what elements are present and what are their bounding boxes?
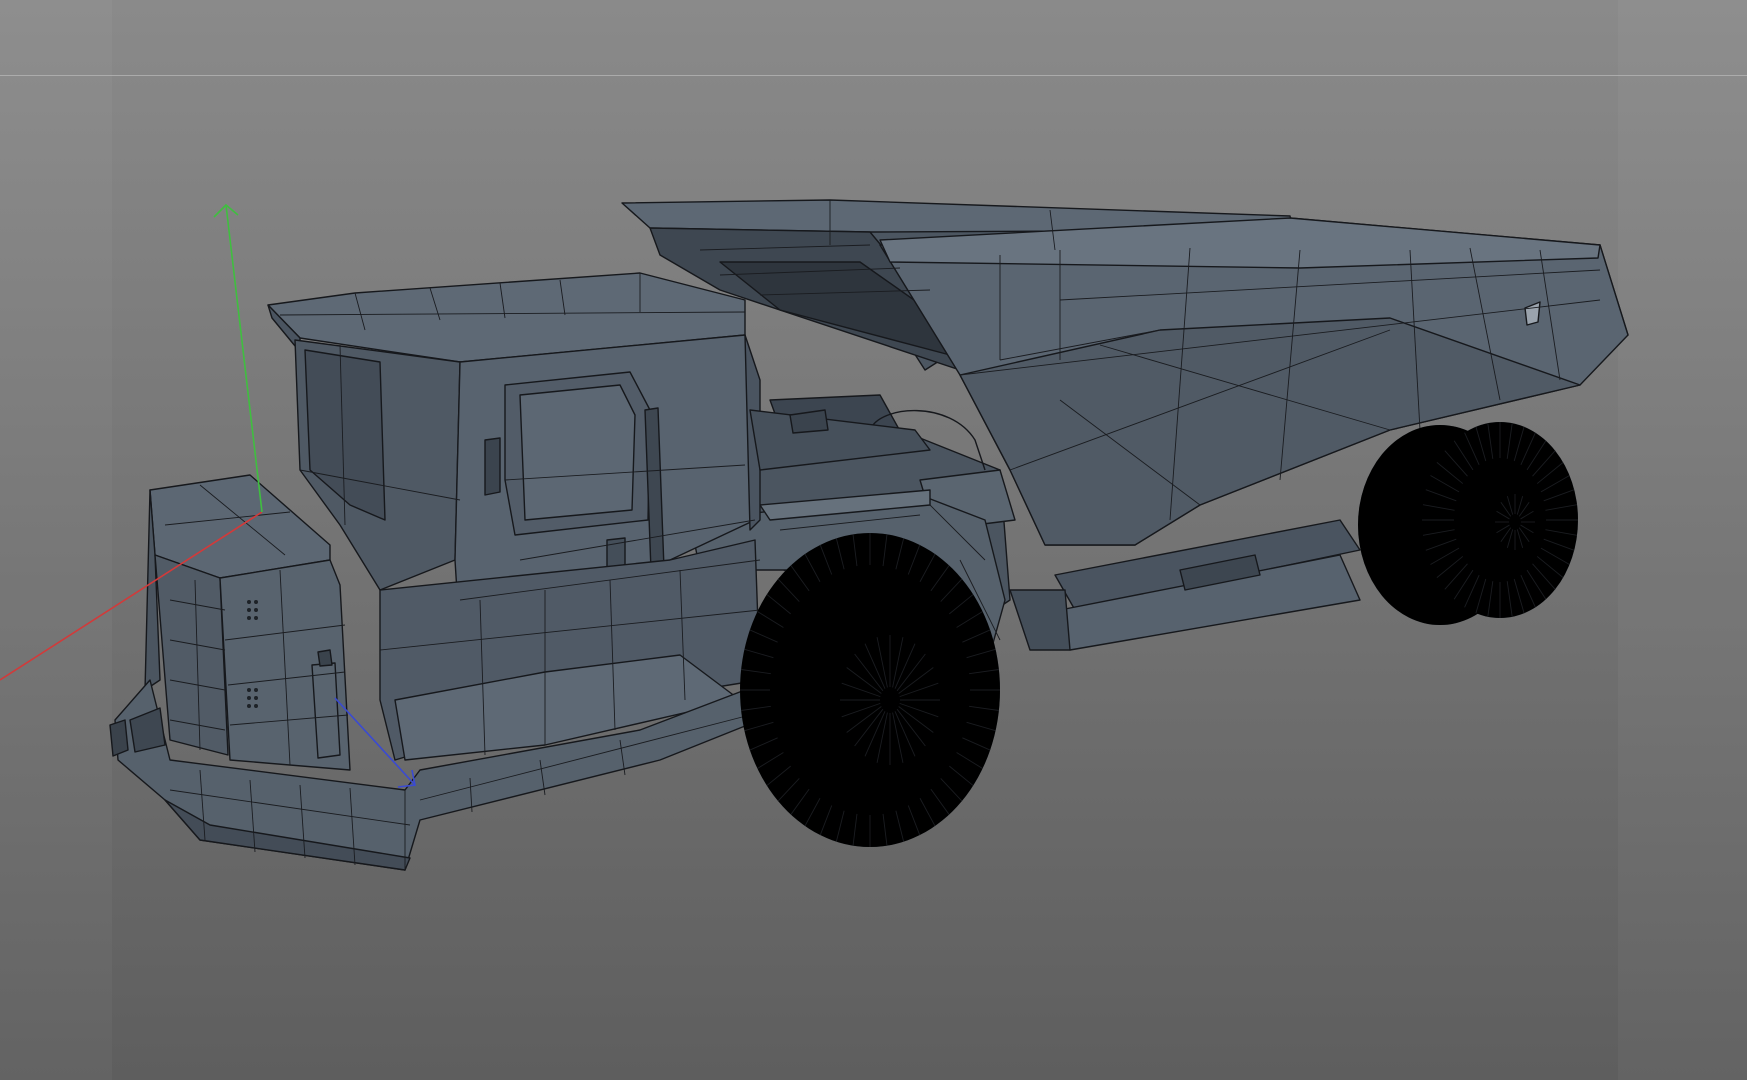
side-mirror[interactable] xyxy=(484,437,501,496)
engine-hood[interactable] xyxy=(144,474,351,771)
3d-viewport[interactable] xyxy=(0,0,1747,1080)
front-grille xyxy=(154,554,229,756)
axis-y-handle[interactable] xyxy=(225,204,263,513)
truck-model[interactable] xyxy=(0,0,1747,1080)
